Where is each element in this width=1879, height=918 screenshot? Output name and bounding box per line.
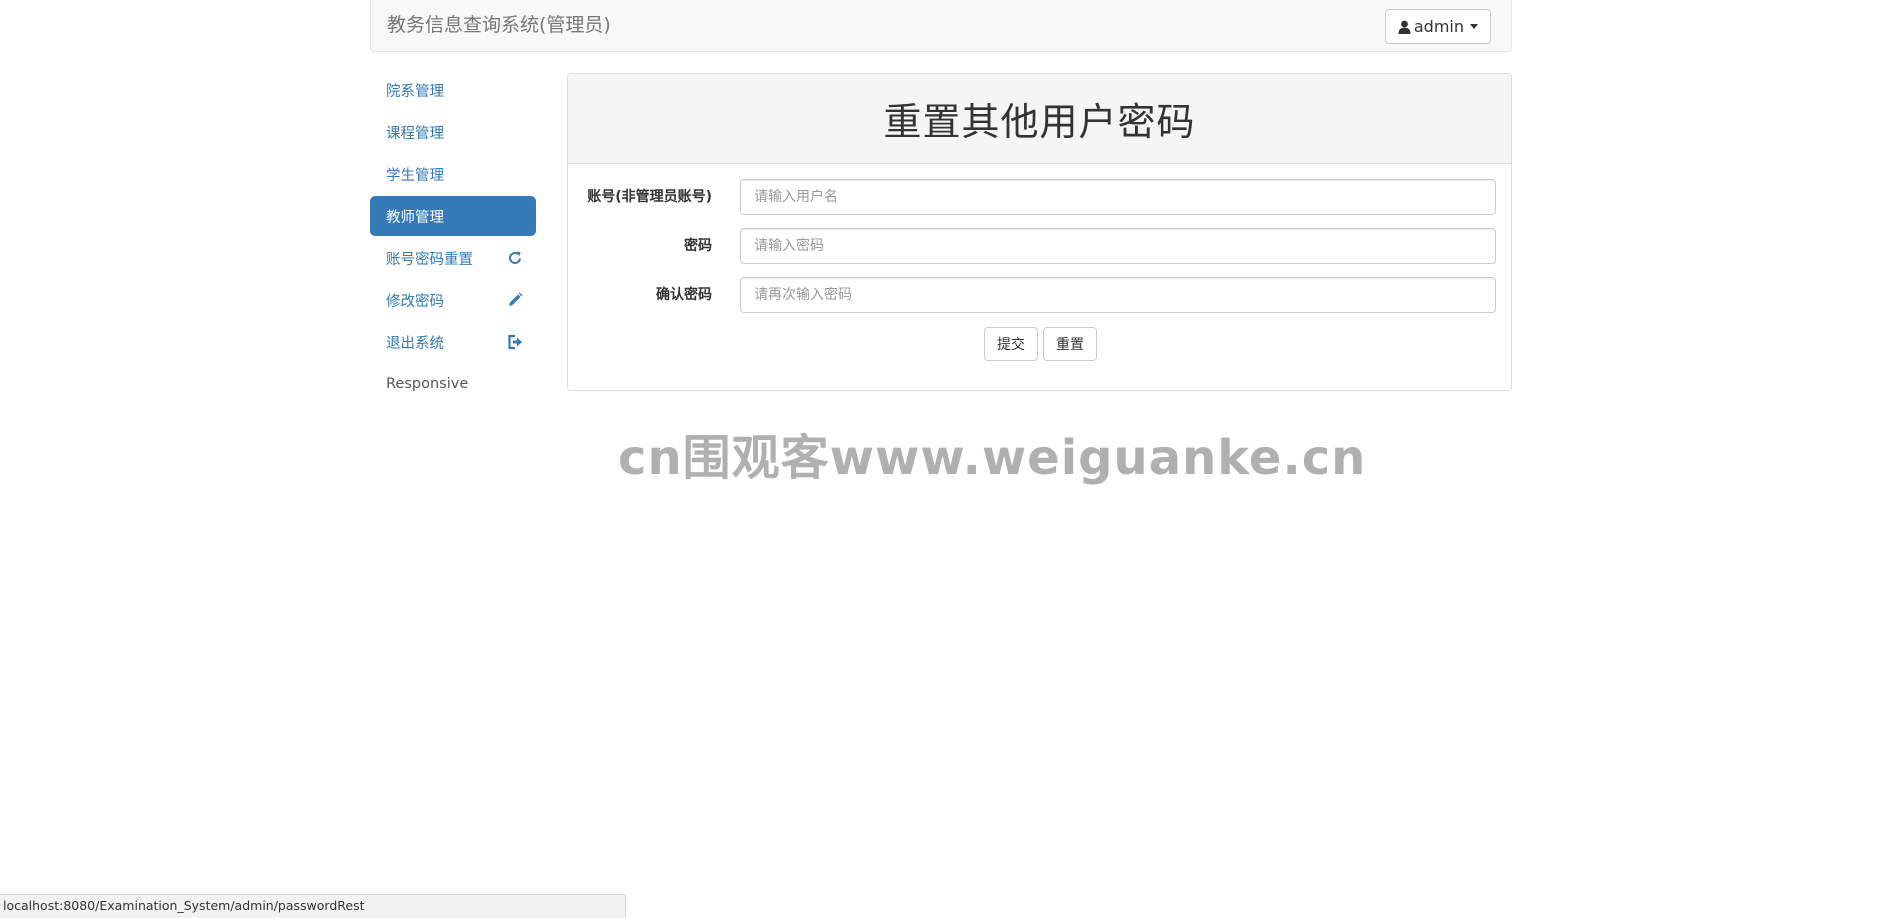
- sidebar-item-label: 修改密码: [386, 293, 444, 310]
- form-group-password: 密码: [568, 228, 1513, 264]
- top-navbar: 教务信息查询系统(管理员) admin: [370, 0, 1512, 52]
- username-input[interactable]: [740, 179, 1496, 215]
- sidebar-item-account-reset[interactable]: 账号密码重置: [370, 238, 536, 278]
- sidebar-item-change-password[interactable]: 修改密码: [370, 280, 536, 320]
- sidebar-item-student[interactable]: 学生管理: [370, 154, 536, 194]
- navbar-brand[interactable]: 教务信息查询系统(管理员): [387, 13, 611, 37]
- watermark: cn围观客www.weiguanke.cn: [618, 430, 1367, 486]
- form-group-confirm-password: 确认密码: [568, 277, 1513, 313]
- pencil-icon: [506, 291, 524, 309]
- log-out-icon: [506, 333, 524, 351]
- sidebar-item-responsive[interactable]: Responsive: [370, 364, 536, 404]
- sidebar-item-label: Responsive: [386, 376, 469, 392]
- confirm-password-label: 确认密码: [656, 287, 712, 303]
- password-input[interactable]: [740, 228, 1496, 264]
- caret-down-icon: [1470, 24, 1478, 29]
- sidebar-nav: 院系管理 课程管理 学生管理 教师管理 账号密码重置 修改密码 退出系统 Res…: [370, 70, 536, 406]
- sidebar-item-label: 账号密码重置: [386, 251, 473, 268]
- sidebar-item-course[interactable]: 课程管理: [370, 112, 536, 152]
- user-dropdown-button[interactable]: admin: [1384, 9, 1491, 44]
- sidebar-item-logout[interactable]: 退出系统: [370, 322, 536, 362]
- sidebar-item-label: 课程管理: [386, 125, 444, 142]
- sidebar-item-label: 教师管理: [386, 209, 444, 226]
- confirm-password-input[interactable]: [740, 277, 1496, 313]
- form-buttons: 提交 重置: [568, 327, 1513, 361]
- sidebar-item-label: 院系管理: [386, 83, 444, 100]
- page-title: 重置其他用户密码: [883, 100, 1196, 144]
- refresh-icon: [506, 249, 524, 267]
- form-group-username: 账号(非管理员账号): [568, 179, 1513, 215]
- reset-password-panel: 重置其他用户密码 账号(非管理员账号) 密码 确认密码 提交 重置: [567, 73, 1512, 391]
- user-name: admin: [1413, 17, 1464, 36]
- submit-button[interactable]: 提交: [984, 327, 1038, 361]
- password-label: 密码: [684, 238, 712, 254]
- status-url: localhost:8080/Examination_System/admin/…: [3, 898, 365, 913]
- username-label: 账号(非管理员账号): [587, 189, 712, 205]
- sidebar-item-label: 学生管理: [386, 167, 444, 184]
- reset-button[interactable]: 重置: [1043, 327, 1097, 361]
- user-icon: [1398, 20, 1411, 34]
- sidebar-item-department[interactable]: 院系管理: [370, 70, 536, 110]
- sidebar-item-teacher[interactable]: 教师管理: [370, 196, 536, 236]
- panel-heading: 重置其他用户密码: [568, 74, 1511, 164]
- browser-status-bar: localhost:8080/Examination_System/admin/…: [0, 894, 626, 918]
- sidebar-item-label: 退出系统: [386, 335, 444, 352]
